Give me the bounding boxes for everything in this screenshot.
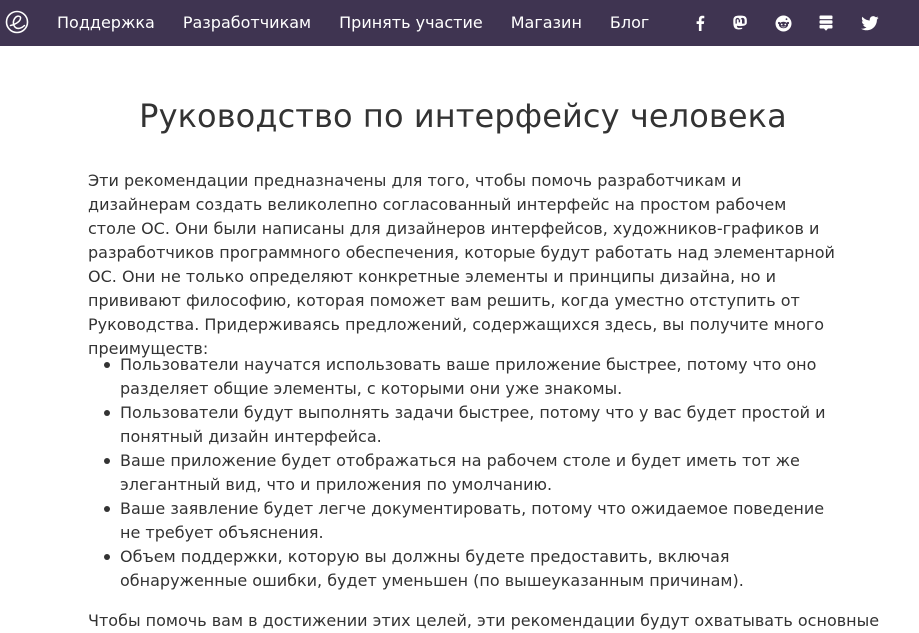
nav-link-get-involved[interactable]: Принять участие <box>339 0 483 46</box>
list-item: Объем поддержки, которую вы должны будет… <box>104 545 840 593</box>
reddit-icon[interactable] <box>773 0 793 46</box>
list-item: Пользователи будут выполнять задачи быст… <box>104 401 840 449</box>
nav-link-blog[interactable]: Блог <box>610 0 649 46</box>
page-title: Руководство по интерфейсу человека <box>139 97 787 135</box>
stack-icon[interactable] <box>816 0 836 46</box>
list-item: Пользователи научатся использовать ваше … <box>104 353 840 401</box>
nav-links: Поддержка Разработчикам Принять участие … <box>57 0 677 46</box>
nav-link-support[interactable]: Поддержка <box>57 0 155 46</box>
top-navbar: Поддержка Разработчикам Принять участие … <box>0 0 919 46</box>
twitter-icon[interactable] <box>860 0 880 46</box>
nav-link-developers[interactable]: Разработчикам <box>183 0 311 46</box>
elementary-logo-icon[interactable] <box>5 10 29 34</box>
list-item: Ваше приложение будет отображаться на ра… <box>104 449 840 497</box>
outro-paragraph: Чтобы помочь вам в достижении этих целей… <box>88 611 880 630</box>
nav-link-store[interactable]: Магазин <box>511 0 582 46</box>
list-item: Ваше заявление будет легче документирова… <box>104 497 840 545</box>
benefits-list: Пользователи научатся использовать ваше … <box>104 353 840 593</box>
mastodon-icon[interactable] <box>730 0 750 46</box>
intro-paragraph: Эти рекомендации предназначены для того,… <box>88 171 835 358</box>
facebook-icon[interactable] <box>690 0 710 46</box>
